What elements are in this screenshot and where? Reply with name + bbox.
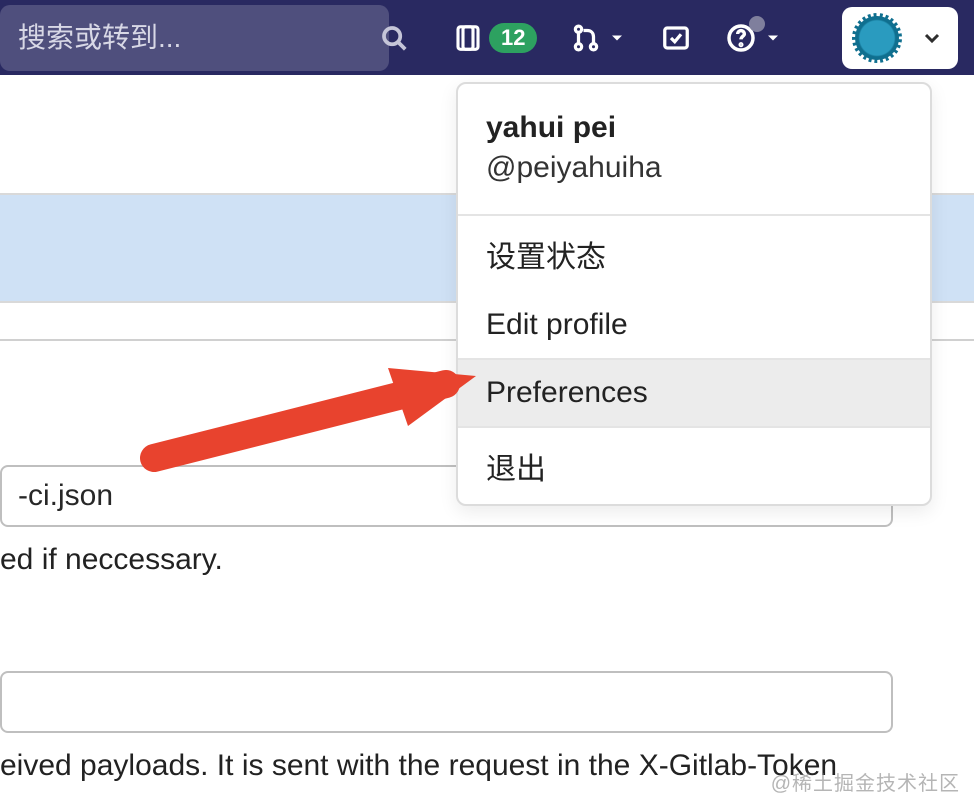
menu-item-preferences[interactable]: Preferences: [458, 360, 930, 426]
issues-icon: [453, 23, 483, 53]
dropdown-display-name: yahui pei: [486, 108, 902, 148]
todos-button[interactable]: [661, 23, 691, 53]
watermark: @稀土掘金技术社区: [771, 767, 960, 796]
dropdown-user-info: yahui pei @peiyahuiha: [458, 84, 930, 214]
chevron-down-icon: [607, 28, 627, 48]
dropdown-handle: @peiyahuiha: [486, 148, 902, 188]
issues-badge: 12: [489, 23, 537, 53]
search-box[interactable]: [0, 5, 389, 71]
issues-button[interactable]: 12: [453, 23, 537, 53]
field-help-text: eived payloads. It is sent with the requ…: [0, 749, 892, 783]
secret-token-input[interactable]: [0, 671, 893, 733]
todo-icon: [661, 23, 691, 53]
merge-requests-button[interactable]: [571, 23, 627, 53]
menu-item-set-status[interactable]: 设置状态: [458, 216, 930, 292]
chevron-down-icon: [920, 26, 944, 50]
field-help-text: ed if neccessary.: [0, 543, 892, 577]
help-button[interactable]: [725, 22, 783, 54]
chevron-down-icon: [763, 28, 783, 48]
search-icon: [379, 23, 409, 53]
input-value: -ci.json: [18, 479, 113, 513]
top-navbar: 12: [0, 0, 974, 75]
avatar: [852, 13, 902, 63]
search-input[interactable]: [18, 22, 379, 54]
merge-icon: [571, 23, 601, 53]
notification-dot-icon: [749, 16, 765, 32]
user-dropdown-menu: yahui pei @peiyahuiha 设置状态 Edit profile …: [456, 82, 932, 506]
menu-item-sign-out[interactable]: 退出: [458, 428, 930, 504]
menu-item-edit-profile[interactable]: Edit profile: [458, 292, 930, 358]
user-menu-button[interactable]: [842, 7, 958, 69]
